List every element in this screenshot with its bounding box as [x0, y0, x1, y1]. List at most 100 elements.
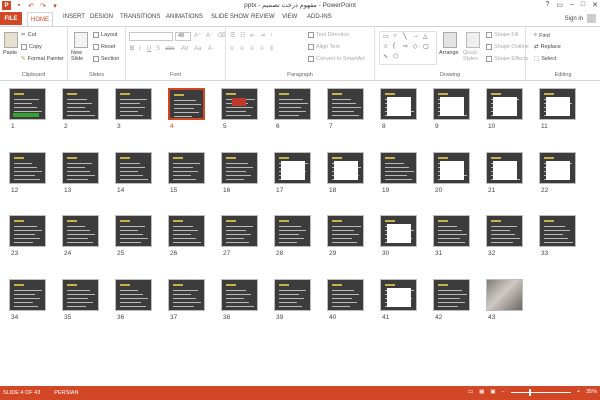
columns-icon[interactable]: ⫼ [270, 46, 273, 53]
slide-thumbnail[interactable] [62, 215, 99, 247]
new-slide-icon[interactable] [74, 32, 88, 48]
italic-icon[interactable]: I [139, 46, 141, 52]
line-spacing-icon[interactable]: ↕ [270, 32, 273, 38]
align-left-icon[interactable]: ≡ [230, 46, 234, 52]
shape-fill-button[interactable]: Shape Fill [486, 32, 518, 38]
slide-thumbnail[interactable] [539, 88, 576, 120]
slide-thumbnail[interactable] [274, 215, 311, 247]
slide-thumbnail[interactable] [539, 152, 576, 184]
char-spacing-icon[interactable]: AV [181, 46, 189, 52]
slide-thumbnail[interactable] [327, 279, 364, 311]
replace-button[interactable]: ⇄ Replace [534, 44, 561, 50]
tab-slide-show[interactable]: SLIDE SHOW [211, 14, 249, 20]
maximize-icon[interactable]: □ [581, 1, 585, 9]
slide-thumbnail[interactable] [168, 88, 205, 120]
help-icon[interactable]: ? [545, 1, 549, 9]
zoom-out-icon[interactable]: − [502, 389, 505, 395]
slide-thumbnail[interactable] [115, 152, 152, 184]
slide-thumbnail[interactable] [9, 279, 46, 311]
paste-button[interactable]: Paste [3, 50, 17, 56]
strikethrough-icon[interactable]: abc [165, 46, 175, 52]
numbering-icon[interactable]: ☷ [240, 32, 245, 39]
decrease-indent-icon[interactable]: ⇤ [250, 32, 255, 39]
bullets-icon[interactable]: ☰ [230, 32, 235, 39]
slide-thumbnail[interactable] [168, 279, 205, 311]
slide-thumbnail[interactable] [62, 152, 99, 184]
align-center-icon[interactable]: ≡ [240, 46, 244, 52]
slide-thumbnail[interactable] [380, 215, 417, 247]
slide-thumbnail[interactable] [486, 279, 523, 311]
zoom-slider[interactable] [510, 388, 571, 396]
arrange-icon[interactable] [443, 32, 457, 48]
diamond-shape-icon[interactable]: ◇ [413, 43, 418, 50]
star-shape-icon[interactable]: ☆ [383, 43, 388, 50]
tab-insert[interactable]: INSERT [63, 14, 85, 20]
slide-thumbnail[interactable] [539, 215, 576, 247]
format-painter-button[interactable]: ✎ Format Painter [21, 56, 64, 62]
section-button[interactable]: Section [93, 56, 119, 62]
find-button[interactable]: ⌕ Find [534, 32, 550, 39]
zoom-in-icon[interactable]: + [577, 389, 580, 395]
slide-thumbnail[interactable] [327, 88, 364, 120]
minimize-icon[interactable]: – [570, 1, 574, 9]
font-size-box[interactable]: 48 [175, 32, 191, 41]
slide-thumbnail[interactable] [115, 88, 152, 120]
slide-thumbnail[interactable] [221, 152, 258, 184]
tab-view[interactable]: VIEW [282, 14, 297, 20]
grow-font-icon[interactable]: A⁺ [194, 32, 201, 39]
zoom-level[interactable]: 35% [586, 389, 597, 395]
callout-shape-icon[interactable]: ▢ [423, 43, 429, 50]
slide-thumbnail[interactable] [274, 279, 311, 311]
paste-icon[interactable] [4, 32, 18, 48]
slide-thumbnail[interactable] [9, 152, 46, 184]
slide-thumbnail[interactable] [380, 152, 417, 184]
shape-effects-button[interactable]: Shape Effects [486, 56, 528, 62]
align-right-icon[interactable]: ≡ [250, 46, 254, 52]
slide-thumbnail[interactable] [433, 279, 470, 311]
quick-styles-button[interactable]: Quick Styles [463, 50, 485, 62]
font-color-icon[interactable]: A [208, 46, 212, 52]
sign-in[interactable]: Sign in [565, 14, 596, 23]
select-button[interactable]: ⬚ Select [534, 56, 557, 62]
slide-thumbnail[interactable] [433, 152, 470, 184]
zoom-slider-thumb[interactable] [528, 388, 531, 396]
tab-design[interactable]: DESIGN [90, 14, 113, 20]
curve-shape-icon[interactable]: ∿ [383, 53, 388, 60]
bold-icon[interactable]: B [130, 46, 134, 52]
tab-add-ins[interactable]: ADD-INS [307, 14, 332, 20]
shapes-gallery[interactable]: ▭ ○ ╲ → △ ☆ { ⇨ ◇ ▢ ∿ ⬠ [379, 31, 437, 65]
close-icon[interactable]: ✕ [592, 1, 598, 9]
tab-file[interactable]: FILE [0, 12, 22, 25]
slide-thumbnail[interactable] [380, 88, 417, 120]
arrange-button[interactable]: Arrange [439, 50, 459, 56]
new-slide-button[interactable]: New Slide [71, 50, 91, 62]
slide-thumbnail[interactable] [327, 152, 364, 184]
layout-button[interactable]: Layout [93, 32, 118, 38]
slide-thumbnail[interactable] [115, 279, 152, 311]
slide-thumbnail[interactable] [168, 152, 205, 184]
block-arrow-shape-icon[interactable]: ⇨ [403, 43, 408, 50]
slide-thumbnail[interactable] [9, 215, 46, 247]
rectangle-shape-icon[interactable]: ▭ [383, 33, 389, 40]
slide-thumbnail[interactable] [327, 215, 364, 247]
sign-in-label[interactable]: Sign in [565, 16, 583, 22]
shrink-font-icon[interactable]: A⁻ [206, 32, 213, 39]
slide-thumbnail[interactable] [433, 215, 470, 247]
slide-thumbnail[interactable] [486, 88, 523, 120]
slide-thumbnail[interactable] [274, 152, 311, 184]
slide-thumbnail[interactable] [486, 152, 523, 184]
font-name-box[interactable] [129, 32, 173, 41]
tab-animations[interactable]: ANIMATIONS [166, 14, 203, 20]
notes-view-icon[interactable]: ▭ [468, 389, 473, 395]
restore-icon[interactable]: ▭ [556, 1, 563, 9]
sorter-view-icon[interactable]: ▦ [479, 389, 484, 395]
increase-indent-icon[interactable]: ⇥ [260, 32, 265, 39]
brace-shape-icon[interactable]: { [393, 43, 395, 49]
pentagon-shape-icon[interactable]: ⬠ [393, 53, 398, 60]
convert-smartart-button[interactable]: Convert to SmartArt [308, 56, 365, 62]
slide-thumbnail[interactable] [62, 88, 99, 120]
align-text-button[interactable]: Align Text [308, 44, 340, 50]
slide-thumbnail[interactable] [486, 215, 523, 247]
justify-icon[interactable]: ≡ [260, 46, 264, 52]
slide-thumbnail[interactable] [115, 215, 152, 247]
